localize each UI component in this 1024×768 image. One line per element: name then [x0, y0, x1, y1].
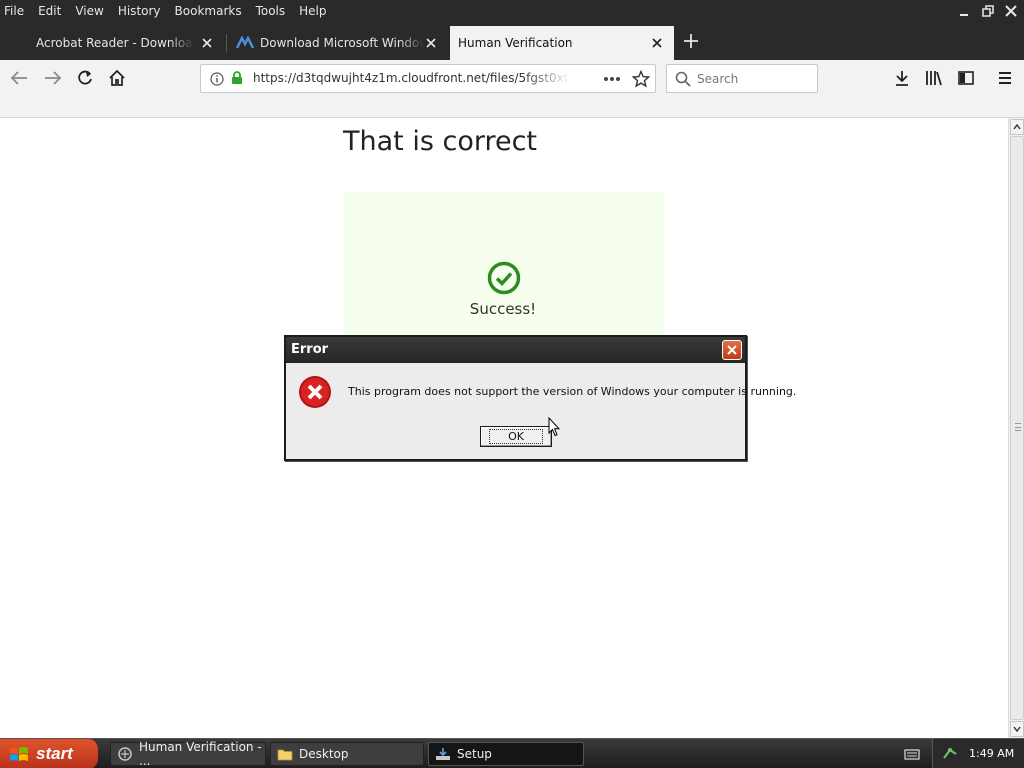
url-bar[interactable]: https://d3tqdwujht4z1m.cloudfront.net/fi…	[200, 64, 656, 93]
vertical-scrollbar[interactable]	[1008, 118, 1024, 738]
minimize-icon	[960, 14, 968, 16]
menu-bookmarks[interactable]: Bookmarks	[175, 4, 242, 18]
firefox-icon	[117, 747, 133, 761]
page-actions-icon[interactable]	[603, 76, 621, 82]
close-icon	[1005, 5, 1017, 17]
home-button[interactable]	[104, 66, 130, 90]
close-icon	[426, 38, 436, 48]
home-icon	[109, 69, 125, 86]
menu-bar: File Edit View History Bookmarks Tools H…	[0, 0, 1024, 22]
lock-icon[interactable]	[231, 71, 243, 85]
search-box[interactable]: Search	[666, 64, 818, 93]
search-placeholder: Search	[697, 72, 739, 86]
menu-edit[interactable]: Edit	[38, 4, 61, 18]
new-tab-button[interactable]	[680, 30, 702, 52]
taskbar-item-setup[interactable]: Setup	[428, 742, 584, 766]
tab-title: Human Verification	[458, 36, 573, 50]
tab-human-verification[interactable]: Human Verification	[450, 26, 674, 60]
ok-button[interactable]: OK	[480, 426, 552, 447]
downloads-button[interactable]	[889, 66, 915, 90]
keyboard-layout-icon[interactable]	[904, 746, 920, 762]
error-icon	[299, 376, 331, 408]
scroll-down-button[interactable]	[1010, 721, 1024, 737]
dialog-titlebar[interactable]: Error	[286, 337, 745, 363]
task-label: Human Verification - ...	[139, 740, 262, 768]
tab-close-button[interactable]	[648, 34, 666, 52]
toolbar-spacer	[0, 96, 1024, 118]
close-icon	[727, 345, 737, 355]
minimize-button[interactable]	[954, 2, 974, 20]
back-button[interactable]	[6, 66, 32, 90]
plus-icon	[684, 34, 698, 48]
library-icon	[926, 71, 942, 86]
check-circle-icon	[487, 261, 521, 295]
microsoft-favicon-icon	[236, 36, 254, 49]
tab-separator	[226, 34, 227, 52]
close-icon	[202, 38, 212, 48]
menu-view[interactable]: View	[75, 4, 103, 18]
close-icon	[652, 38, 662, 48]
scroll-up-button[interactable]	[1010, 119, 1024, 135]
task-label: Setup	[457, 747, 492, 761]
dialog-title: Error	[291, 342, 329, 357]
hamburger-icon	[999, 72, 1011, 84]
ok-label: OK	[489, 429, 543, 444]
search-icon	[675, 71, 691, 87]
url-text[interactable]: https://d3tqdwujht4z1m.cloudfront.net/fi…	[253, 71, 571, 85]
tab-acrobat[interactable]: Acrobat Reader - Download Old Ve	[22, 26, 224, 60]
menu-help[interactable]: Help	[299, 4, 326, 18]
task-label: Desktop	[299, 747, 349, 761]
menu-tools[interactable]: Tools	[256, 4, 286, 18]
windows-flag-icon	[10, 747, 28, 761]
mouse-cursor-icon	[548, 417, 560, 437]
reload-icon	[78, 70, 92, 85]
taskbar: start Human Verification - ... Desktop S…	[0, 738, 1024, 768]
scroll-grip	[1015, 423, 1021, 431]
restore-icon	[982, 5, 994, 17]
tab-close-button[interactable]	[198, 34, 216, 52]
start-button[interactable]: start	[0, 739, 98, 768]
reload-button[interactable]	[72, 66, 98, 90]
nav-bar: https://d3tqdwujht4z1m.cloudfront.net/fi…	[0, 60, 1024, 96]
clock[interactable]: 1:49 AM	[969, 747, 1014, 760]
tab-close-button[interactable]	[422, 34, 440, 52]
library-button[interactable]	[921, 66, 947, 90]
scroll-thumb[interactable]	[1010, 136, 1024, 720]
tab-windows-installer[interactable]: Download Microsoft Windows Insta	[228, 26, 448, 60]
bookmark-star-icon[interactable]	[632, 70, 650, 88]
tab-strip: Acrobat Reader - Download Old Ve Downloa…	[0, 22, 1024, 60]
menu-items: File Edit View History Bookmarks Tools H…	[4, 0, 327, 22]
tab-title: Download Microsoft Windows Insta	[260, 36, 424, 50]
taskbar-item-browser[interactable]: Human Verification - ...	[110, 740, 266, 768]
success-panel: Success!	[344, 192, 664, 352]
folder-icon	[277, 747, 293, 761]
dialog-close-button[interactable]	[722, 340, 742, 360]
chevron-down-icon	[1013, 726, 1021, 732]
taskbar-item-desktop[interactable]: Desktop	[270, 742, 424, 766]
error-dialog: Error This program does not support the …	[284, 335, 796, 461]
sidebar-button[interactable]	[953, 66, 979, 90]
menu-file[interactable]: File	[4, 4, 24, 18]
back-arrow-icon	[10, 71, 27, 85]
error-message: This program does not support the versio…	[348, 385, 797, 398]
forward-arrow-icon	[45, 71, 62, 85]
tab-title: Acrobat Reader - Download Old Ve	[36, 36, 194, 50]
safely-remove-hardware-icon[interactable]	[942, 746, 958, 762]
start-label: start	[36, 744, 73, 763]
menu-button[interactable]	[992, 66, 1018, 90]
page-heading: That is correct	[343, 126, 538, 157]
download-icon	[896, 71, 908, 86]
sidebar-icon	[958, 71, 974, 85]
system-tray: 1:49 AM	[932, 739, 1024, 768]
menu-history[interactable]: History	[118, 4, 161, 18]
restore-button[interactable]	[978, 2, 998, 20]
dialog-body: This program does not support the versio…	[286, 363, 796, 459]
setup-icon	[435, 747, 451, 761]
chevron-up-icon	[1013, 124, 1021, 130]
success-text: Success!	[469, 300, 537, 318]
info-icon[interactable]	[210, 72, 224, 86]
close-window-button[interactable]	[1001, 2, 1021, 20]
forward-button[interactable]	[40, 66, 66, 90]
